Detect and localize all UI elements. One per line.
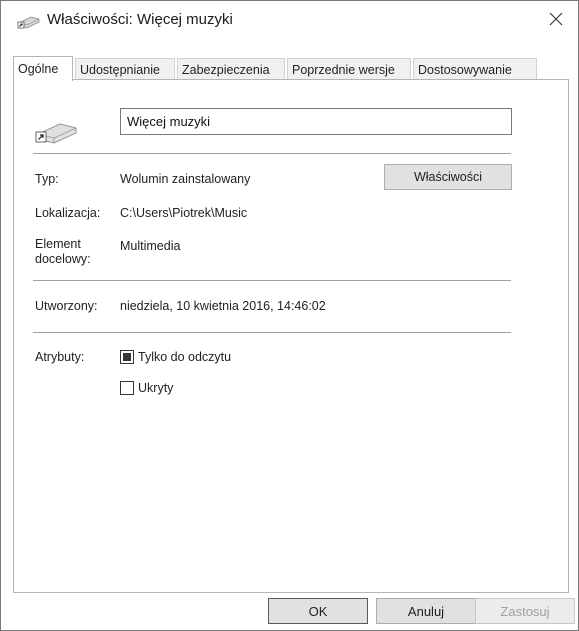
location-value: C:\Users\Piotrek\Music [120,206,248,220]
separator [33,332,511,333]
tab-sharing[interactable]: Udostępnianie [75,58,175,80]
close-button[interactable] [534,1,578,39]
target-label-line1: Element [35,237,81,251]
hidden-checkbox-row[interactable]: Ukryty [120,381,173,395]
ok-button[interactable]: OK [268,598,368,624]
location-label: Lokalizacja: [35,206,101,220]
title-bar[interactable]: Właściwości: Więcej muzyki [1,1,578,41]
separator [33,153,511,154]
properties-dialog: Właściwości: Więcej muzyki Ogólne Udostę… [0,0,579,631]
shortcut-drive-icon [34,120,78,144]
name-field[interactable] [120,108,512,135]
attributes-label: Atrybuty: [35,350,85,364]
hidden-label: Ukryty [138,381,174,395]
target-value: Multimedia [120,239,181,253]
tab-security[interactable]: Zabezpieczenia [177,58,285,80]
cancel-button[interactable]: Anuluj [376,598,476,624]
created-label: Utworzony: [35,299,98,313]
created-value: niedziela, 10 kwietnia 2016, 14:46:02 [120,299,326,313]
target-label-line2: docelowy: [35,252,91,266]
apply-button[interactable]: Zastosuj [475,598,575,624]
general-tab-panel: Typ: Wolumin zainstalowany Właściwości L… [13,79,569,593]
readonly-checkbox[interactable] [120,350,134,364]
tab-strip: Ogólne Udostępnianie Zabezpieczenia Popr… [13,56,569,81]
tab-previous-versions[interactable]: Poprzednie wersje [287,58,411,80]
separator [33,280,511,281]
readonly-checkbox-row[interactable]: Tylko do odczytu [120,350,231,364]
close-icon [549,12,563,29]
type-value: Wolumin zainstalowany [120,172,251,186]
tab-customize[interactable]: Dostosowywanie [413,58,537,80]
shortcut-drive-icon [17,13,41,29]
hidden-checkbox[interactable] [120,381,134,395]
tab-general[interactable]: Ogólne [13,56,73,81]
window-title: Właściwości: Więcej muzyki [47,11,233,28]
properties-button[interactable]: Właściwości [384,164,512,190]
readonly-label: Tylko do odczytu [138,350,232,364]
type-label: Typ: [35,172,59,186]
